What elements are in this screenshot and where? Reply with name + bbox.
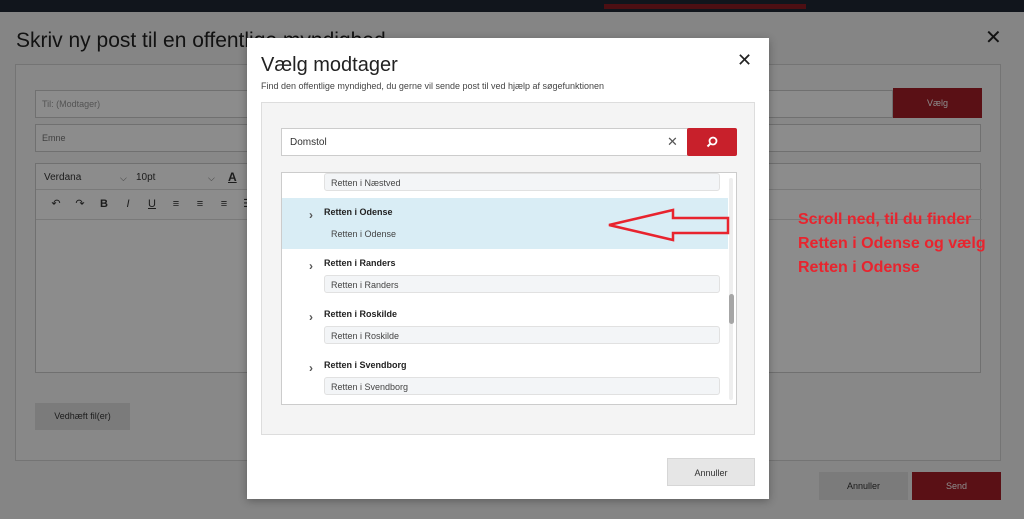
close-icon[interactable]: ✕ — [737, 50, 752, 71]
modal-subtitle: Find den offentlige myndighed, du gerne … — [261, 81, 605, 91]
search-icon — [706, 136, 718, 148]
annotation-text: Scroll ned, til du finder Retten i Odens… — [798, 208, 1018, 280]
search-button[interactable] — [687, 128, 737, 156]
result-sub-item[interactable]: Retten i Roskilde — [324, 326, 720, 344]
annotation-line: Retten i Odense og vælg — [798, 235, 986, 252]
result-sub-item[interactable]: Retten i Næstved — [324, 173, 720, 191]
chevron-right-icon[interactable]: › — [309, 361, 313, 375]
result-name[interactable]: Retten i Odense — [324, 207, 393, 217]
chevron-right-icon[interactable]: › — [309, 208, 313, 222]
result-sub-item[interactable]: Retten i Svendborg — [324, 377, 720, 395]
search-panel: ✕ Retten i Næstved › Retten i Odense Ret… — [261, 102, 755, 435]
list-item[interactable]: › Retten i Svendborg Retten i Svendborg — [282, 351, 728, 402]
result-name[interactable]: Retten i Roskilde — [324, 309, 397, 319]
search-input[interactable] — [281, 128, 688, 156]
result-name[interactable]: Retten i Randers — [324, 258, 396, 268]
result-name[interactable]: Retten i Svendborg — [324, 360, 407, 370]
chevron-right-icon[interactable]: › — [309, 259, 313, 273]
annotation-line: Scroll ned, til du finder — [798, 211, 972, 228]
clear-search-icon[interactable]: ✕ — [667, 134, 678, 150]
list-item[interactable]: › Retten i Randers Retten i Randers — [282, 249, 728, 300]
annotation-line: Retten i Odense — [798, 259, 920, 276]
result-sub-item[interactable]: Retten i Randers — [324, 275, 720, 293]
list-item[interactable]: › Retten i Roskilde Retten i Roskilde — [282, 300, 728, 351]
choose-recipient-modal: Vælg modtager Find den offentlige myndig… — [247, 38, 769, 499]
annotation-arrow-icon — [608, 208, 730, 242]
scrollbar-thumb[interactable] — [729, 294, 734, 324]
list-item[interactable]: Retten i Næstved — [282, 173, 728, 198]
results-list[interactable]: Retten i Næstved › Retten i Odense Rette… — [281, 172, 737, 405]
chevron-right-icon[interactable]: › — [309, 310, 313, 324]
modal-cancel-button[interactable]: Annuller — [667, 458, 755, 486]
modal-title: Vælg modtager — [261, 54, 398, 76]
